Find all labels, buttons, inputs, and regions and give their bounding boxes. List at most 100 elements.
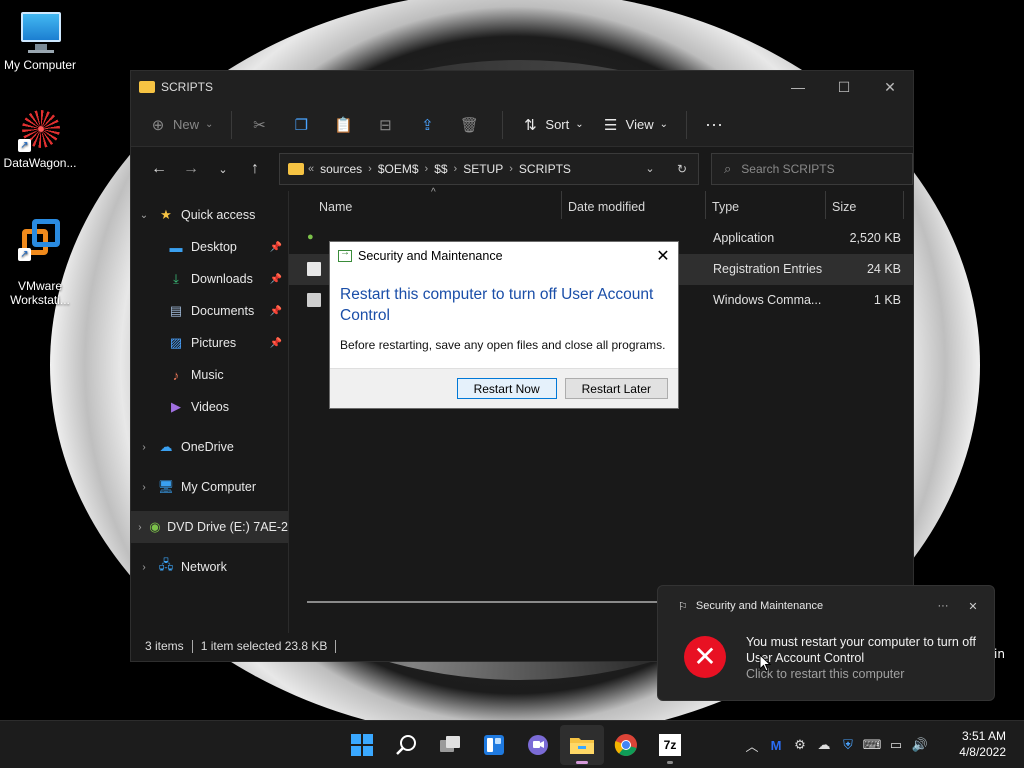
desktop-icon-datawagon[interactable]: ↗ DataWagon... (0, 108, 80, 170)
breadcrumb-separator-icon: › (509, 163, 513, 175)
nav-label: Downloads (191, 272, 253, 286)
chevron-right-icon[interactable]: › (131, 562, 157, 573)
address-bar[interactable]: « sources › $OEM$ › $$ › SETUP › SCRIPTS… (279, 153, 699, 185)
breadcrumb-dollars[interactable]: $$ (434, 162, 447, 176)
copy-button[interactable]: ❐ (292, 116, 316, 134)
window-titlebar[interactable]: SCRIPTS — ☐ ✕ (131, 71, 913, 103)
search-button[interactable] (384, 725, 428, 765)
delete-button[interactable]: 🗑 (460, 116, 484, 134)
show-hidden-icons-button[interactable]: ︿ (740, 736, 764, 755)
volume-icon[interactable]: 🔊 (908, 737, 932, 753)
file-explorer-taskbar-button[interactable] (560, 725, 604, 765)
shortcut-arrow-icon: ↗ (18, 248, 31, 261)
search-input[interactable]: ⌕ Search SCRIPTS (711, 153, 913, 185)
steam-icon[interactable]: ⚙ (788, 737, 812, 753)
more-options-button[interactable]: ··· (705, 114, 729, 134)
task-view-button[interactable] (428, 725, 472, 765)
error-icon: ✕ (684, 636, 726, 678)
nav-quick-access[interactable]: ⌄ ★ Quick access (131, 199, 288, 231)
dialog-close-button[interactable]: ✕ (648, 246, 678, 266)
breadcrumb-separator-icon: › (368, 163, 372, 175)
task-view-icon (440, 736, 460, 752)
nav-music[interactable]: ♪ Music (131, 359, 288, 391)
display-icon[interactable]: ▭ (884, 737, 908, 753)
sort-button[interactable]: ⇅ Sort ⌄ (521, 116, 584, 134)
chrome-icon (614, 734, 637, 756)
chat-button[interactable] (516, 725, 560, 765)
column-name[interactable]: Name (319, 200, 352, 214)
chevron-down-icon[interactable]: ⌄ (131, 210, 157, 221)
breadcrumb-scripts[interactable]: SCRIPTS (519, 162, 571, 176)
column-separator[interactable] (825, 191, 826, 219)
forward-button[interactable]: → (175, 160, 207, 178)
view-button[interactable]: ☰ View ⌄ (602, 116, 668, 134)
breadcrumb-sources[interactable]: sources (320, 162, 362, 176)
maximize-button[interactable]: ☐ (821, 71, 867, 103)
back-button[interactable]: ← (143, 160, 175, 178)
nav-pictures[interactable]: ▨ Pictures 📌 (131, 327, 288, 359)
breadcrumb-oem[interactable]: $OEM$ (378, 162, 419, 176)
nav-downloads[interactable]: ⤓ Downloads 📌 (131, 263, 288, 295)
column-header-row: ^ Name Date modified Type Size (289, 187, 913, 223)
nav-label: DVD Drive (E:) 7AE-2 (167, 520, 288, 534)
new-button[interactable]: ⊕ New ⌄ (149, 116, 214, 134)
toast-close-button[interactable]: ✕ (958, 600, 988, 613)
minimize-button[interactable]: — (775, 71, 821, 103)
widgets-button[interactable] (472, 725, 516, 765)
chrome-button[interactable] (604, 725, 648, 765)
dialog-titlebar[interactable]: Security and Maintenance ✕ (330, 242, 678, 270)
active-indicator (576, 761, 588, 764)
nav-videos[interactable]: ▶ Videos (131, 391, 288, 423)
rename-button[interactable]: ⊟ (376, 116, 400, 134)
share-button[interactable]: ⇪ (418, 116, 442, 134)
pin-icon: 📌 (269, 241, 282, 253)
breadcrumb-overflow[interactable]: « (308, 163, 314, 175)
chevron-right-icon[interactable]: › (131, 522, 149, 533)
chevron-right-icon[interactable]: › (131, 482, 157, 493)
breadcrumb-setup[interactable]: SETUP (463, 162, 503, 176)
up-button[interactable]: ↑ (239, 160, 271, 178)
malwarebytes-icon[interactable]: M (764, 738, 788, 753)
nav-desktop[interactable]: ▬ Desktop 📌 (131, 231, 288, 263)
recent-locations-button[interactable]: ⌄ (207, 163, 239, 176)
seven-zip-button[interactable]: 7z (648, 725, 692, 765)
column-separator[interactable] (705, 191, 706, 219)
chevron-right-icon[interactable]: › (131, 442, 157, 453)
nav-my-computer[interactable]: › 🖥 My Computer (131, 471, 288, 503)
network-disconnected-icon[interactable]: ☁ (812, 737, 836, 753)
keyboard-icon[interactable]: ⌨ (860, 737, 884, 753)
security-shield-icon[interactable]: ⛨ (836, 737, 860, 753)
desktop-icon-my-computer[interactable]: My Computer (0, 10, 80, 72)
document-icon: ▤ (169, 303, 183, 318)
file-explorer-icon (570, 738, 594, 754)
restart-dialog: Security and Maintenance ✕ Restart this … (329, 241, 679, 409)
column-type[interactable]: Type (712, 200, 739, 214)
file-type: Windows Comma... (713, 293, 822, 307)
column-date-modified[interactable]: Date modified (568, 200, 645, 214)
taskbar: 7z ︿ M ⚙ ☁ ⛨ ⌨ ▭ 🔊 3:51 AM 4/8/2022 (0, 720, 1024, 768)
file-size: 24 KB (866, 262, 901, 276)
column-size[interactable]: Size (832, 200, 856, 214)
desktop-icon-vmware[interactable]: ↗ VMware Workstati... (0, 203, 80, 321)
file-type: Application (713, 231, 775, 245)
divider (231, 110, 233, 139)
column-separator[interactable] (903, 191, 904, 219)
start-button[interactable] (340, 725, 384, 765)
close-button[interactable]: ✕ (867, 71, 913, 103)
address-dropdown-button[interactable]: ⌄ (634, 162, 666, 176)
restart-now-button[interactable]: Restart Now (456, 378, 557, 399)
cut-button[interactable]: ✂ (250, 116, 274, 134)
restart-later-button[interactable]: Restart Later (564, 378, 668, 399)
nav-documents[interactable]: ▤ Documents 📌 (131, 295, 288, 327)
nav-onedrive[interactable]: › ☁ OneDrive (131, 431, 288, 463)
clock[interactable]: 3:51 AM 4/8/2022 (959, 728, 1006, 760)
toast-more-button[interactable]: ··· (928, 600, 958, 612)
paste-button[interactable]: 📋 (334, 116, 358, 134)
toast-notification[interactable]: ⚐ Security and Maintenance ··· ✕ ✕ You m… (657, 585, 995, 701)
video-icon: ▶ (171, 399, 181, 414)
nav-dvd-drive[interactable]: › ◉ DVD Drive (E:) 7AE-2 (131, 511, 288, 543)
refresh-button[interactable]: ↻ (666, 162, 698, 176)
nav-network[interactable]: › 🖧 Network (131, 551, 288, 583)
column-separator[interactable] (561, 191, 562, 219)
dialog-title: Security and Maintenance (358, 249, 503, 263)
